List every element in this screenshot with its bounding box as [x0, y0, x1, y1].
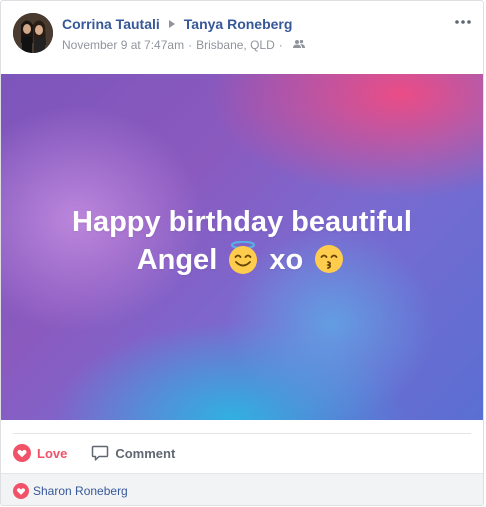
- colored-text-post-banner: Happy birthday beautiful Angel xo: [1, 74, 483, 420]
- post-card: Corrina Tautali Tanya Roneberg November …: [0, 0, 484, 506]
- author-avatar[interactable]: [13, 13, 53, 53]
- comment-button-label: Comment: [115, 445, 176, 461]
- post-author-line: Corrina Tautali Tanya Roneberg: [62, 16, 292, 32]
- post-meta: November 9 at 7:47am · Brisbane, QLD ·: [62, 38, 305, 52]
- love-reaction-icon: [13, 482, 29, 499]
- to-arrow-icon: [168, 20, 175, 28]
- reactions-summary: Sharon Roneberg: [1, 473, 483, 505]
- post-message-word-angel: Angel: [136, 244, 218, 276]
- post-message-line-2: Angel xo: [72, 240, 412, 285]
- love-icon: [13, 444, 31, 462]
- meta-separator: ·: [188, 38, 193, 52]
- love-button-label: Love: [37, 445, 68, 461]
- smiling-face-with-halo-icon: [227, 240, 259, 285]
- kissing-face-with-smiling-eyes-icon: [313, 243, 345, 285]
- post-header: Corrina Tautali Tanya Roneberg November …: [1, 1, 483, 73]
- post-location-link[interactable]: Brisbane, QLD: [196, 38, 275, 52]
- meta-separator-2: ·: [278, 38, 283, 52]
- post-message: Happy birthday beautiful Angel xo: [72, 203, 412, 285]
- love-reaction-button[interactable]: Love: [13, 444, 67, 462]
- comment-button[interactable]: Comment: [91, 444, 175, 462]
- post-timestamp-link[interactable]: November 9 at 7:47am: [62, 38, 184, 52]
- comment-icon: [92, 445, 109, 461]
- reactor-name-link[interactable]: Sharon Roneberg: [33, 484, 128, 498]
- recipient-name-link[interactable]: Tanya Roneberg: [184, 16, 293, 32]
- more-options-icon[interactable]: [453, 15, 473, 27]
- post-actions-bar: Love Comment: [13, 433, 471, 470]
- friends-icon[interactable]: [292, 38, 305, 52]
- post-message-word-xo: xo: [269, 244, 304, 276]
- post-message-line-1: Happy birthday beautiful: [72, 206, 412, 238]
- author-name-link[interactable]: Corrina Tautali: [62, 16, 160, 32]
